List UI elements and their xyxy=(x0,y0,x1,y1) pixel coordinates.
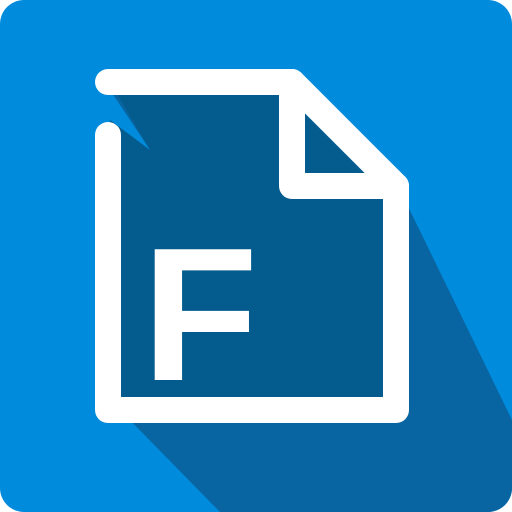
file-type-letter: F xyxy=(142,209,259,421)
app-icon-tile[interactable]: F xyxy=(0,0,512,512)
